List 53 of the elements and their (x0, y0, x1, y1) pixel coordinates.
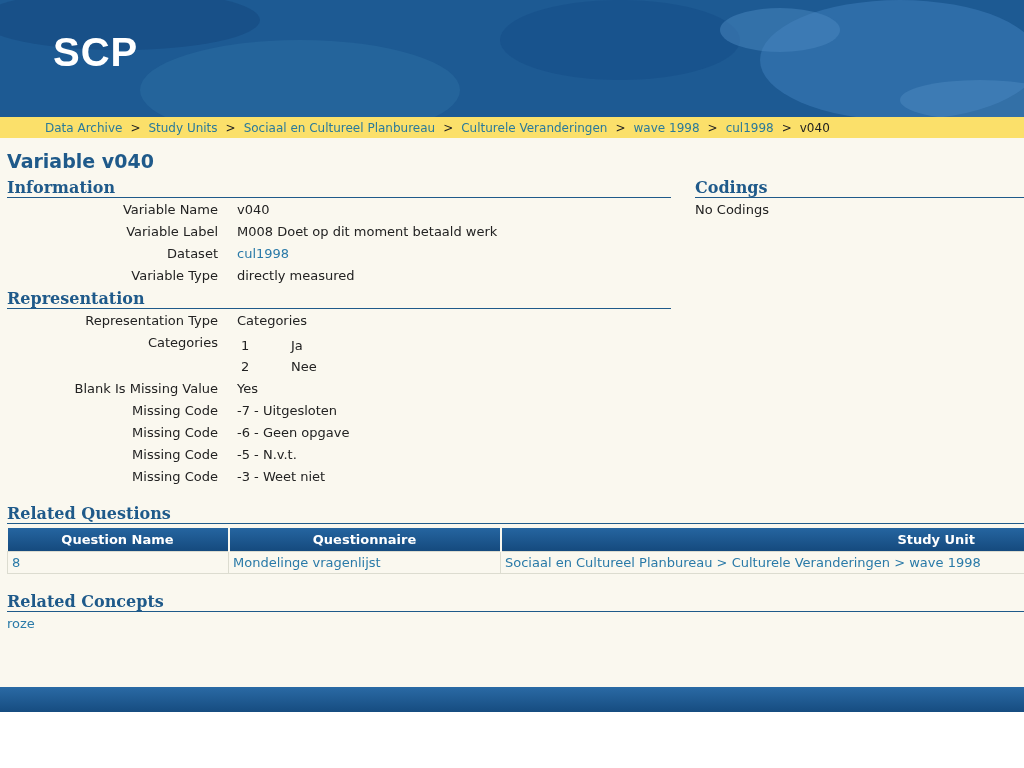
breadcrumb-link[interactable]: Sociaal en Cultureel Planbureau (243, 120, 436, 135)
column-header: Study Unit (500, 528, 1024, 552)
table-cell-link[interactable]: Sociaal en Cultureel Planbureau > Culturele Veranderingen > wave 1998 (500, 551, 1024, 574)
logo[interactable]: SCP (53, 30, 139, 75)
breadcrumb-separator: > (130, 120, 141, 135)
field-label: Dataset (166, 246, 218, 261)
field-label: Representation Type (84, 313, 218, 328)
field-value: -3 - Weet niet (237, 469, 326, 484)
section-heading: Representation (7, 289, 671, 309)
breadcrumb-separator: > (225, 120, 236, 135)
breadcrumb-separator: > (781, 120, 792, 135)
category-label: Nee (291, 359, 317, 374)
breadcrumb-link[interactable]: Data Archive (45, 120, 123, 135)
field-label: Variable Label (125, 224, 218, 239)
breadcrumb-current: v040 (799, 120, 830, 135)
breadcrumb-link[interactable]: Study Units (148, 120, 218, 135)
table-cell-link[interactable]: 8 (7, 551, 229, 574)
field-value: Categories (237, 313, 308, 328)
column-header: Question Name (7, 528, 229, 552)
section-heading: Codings (695, 178, 1024, 198)
page-title: Variable v040 (7, 150, 155, 172)
field-label: Missing Code (131, 447, 218, 462)
field-value: v040 (237, 202, 270, 217)
dataset-link[interactable]: cul1998 (237, 246, 290, 261)
field-label: Blank Is Missing Value (73, 381, 218, 396)
breadcrumb-link[interactable]: Culturele Veranderingen (461, 120, 608, 135)
breadcrumb-separator: > (707, 120, 718, 135)
concept-link[interactable]: roze (7, 616, 35, 631)
field-label: Variable Type (130, 268, 218, 283)
field-value: Yes (237, 381, 258, 396)
breadcrumb-separator: > (443, 120, 454, 135)
breadcrumb-separator: > (615, 120, 626, 135)
field-label: Variable Name (121, 202, 218, 217)
breadcrumb-link[interactable]: wave 1998 (633, 120, 700, 135)
category-label: Ja (291, 338, 304, 353)
category-code: 2 (240, 359, 251, 374)
column-header: Questionnaire (228, 528, 501, 552)
field-label: Categories (146, 335, 218, 352)
field-value: directly measured (237, 268, 355, 283)
category-code: 1 (240, 338, 251, 353)
breadcrumb-link[interactable]: cul1998 (725, 120, 774, 135)
field-value: -7 - Uitgesloten (237, 403, 338, 418)
section-heading: Information (7, 178, 671, 198)
table-cell-link[interactable]: Mondelinge vragenlijst (228, 551, 501, 574)
section-heading: Related Concepts (7, 592, 1024, 612)
field-label: Missing Code (131, 425, 218, 440)
field-label: Missing Code (131, 469, 218, 484)
field-value: -6 - Geen opgave (237, 425, 350, 440)
codings-text: No Codings (695, 202, 769, 217)
field-value: -5 - N.v.t. (237, 447, 297, 462)
field-label: Missing Code (131, 403, 218, 418)
field-value: M008 Doet op dit moment betaald werk (237, 224, 498, 239)
section-heading: Related Questions (7, 504, 1024, 524)
